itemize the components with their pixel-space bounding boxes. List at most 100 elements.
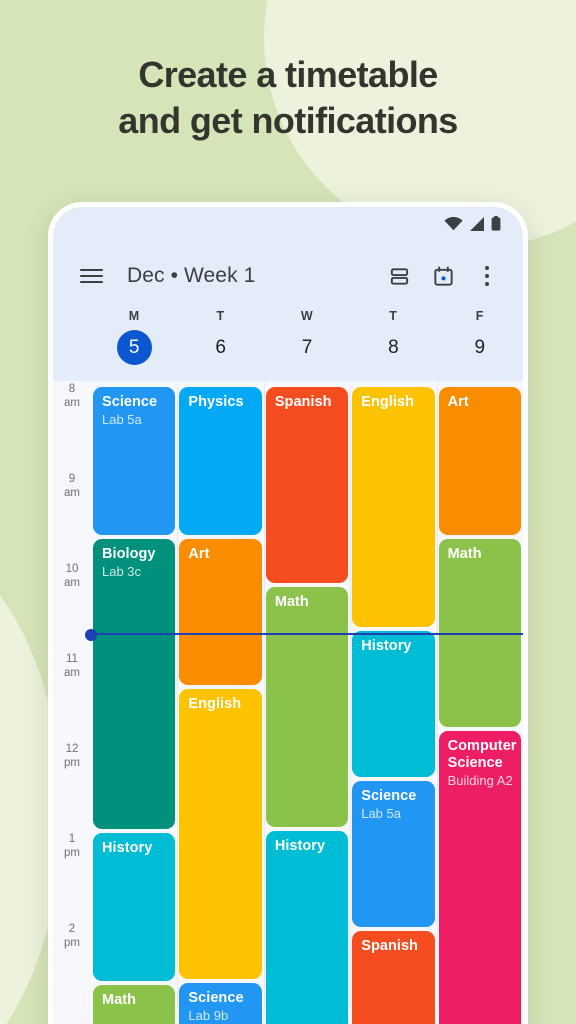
timetable-event[interactable]: History — [93, 833, 176, 981]
event-location: Building A2 — [447, 772, 513, 788]
time-period: pm — [64, 846, 80, 859]
top-chrome: Dec • Week 1 M 5 T 6 W 7 T 8 F 9 — [53, 207, 523, 381]
day-header-0[interactable]: M5 — [91, 307, 177, 375]
event-title: Math — [102, 992, 137, 1008]
timetable-event[interactable]: Spanish — [352, 931, 435, 1024]
more-vertical-icon[interactable] — [467, 256, 507, 296]
timetable-event[interactable]: English — [352, 387, 435, 627]
time-period: pm — [64, 756, 80, 769]
day-strip: M5T6W7T8F9 — [53, 307, 523, 381]
day-letter: F — [475, 309, 484, 323]
event-title: Science — [188, 990, 244, 1006]
timetable-event[interactable]: History — [352, 631, 435, 777]
time-period: am — [64, 396, 80, 409]
battery-icon — [491, 216, 501, 236]
timetable-event[interactable]: Math — [93, 985, 176, 1024]
timetable-grid[interactable]: 8 am 9 am 10 am 11 am 12 pm 1 pm 2 pm Science Lab 5a Bi… — [53, 381, 523, 1024]
time-period: am — [64, 666, 80, 679]
time-hour: 10 — [65, 563, 79, 575]
current-time-indicator — [85, 629, 523, 641]
wifi-icon — [444, 216, 463, 236]
day-number[interactable]: 8 — [376, 330, 411, 365]
timetable-event[interactable]: Biology Lab 3c — [93, 539, 176, 829]
timetable-event[interactable]: Computer Science Building A2 — [438, 731, 522, 1024]
time-label: 8 am — [53, 383, 91, 410]
day-letter: T — [216, 309, 225, 323]
time-hour: 1 — [68, 833, 76, 845]
phone-screen: Dec • Week 1 M 5 T 6 W 7 T 8 F 9 8 am 9 … — [53, 207, 523, 1024]
split-view-icon[interactable] — [379, 256, 419, 296]
day-number[interactable]: 6 — [203, 330, 238, 365]
day-column-M-0[interactable]: Science Lab 5a Biology Lab 3c History Math — [91, 381, 177, 1024]
event-title: Spanish — [274, 394, 332, 410]
overflow-dots — [485, 266, 489, 286]
event-title: Art — [188, 546, 210, 562]
day-header-1[interactable]: T6 — [177, 307, 263, 375]
timetable-event[interactable]: Math — [265, 587, 349, 827]
event-title: Physics — [188, 394, 244, 410]
event-title: Science — [102, 394, 158, 410]
time-label: 12 pm — [53, 743, 91, 770]
time-period: am — [64, 576, 80, 589]
day-number[interactable]: 7 — [290, 330, 325, 365]
timetable-event[interactable]: Art — [438, 387, 522, 535]
event-location: Lab 9b — [188, 1007, 229, 1023]
day-columns: Science Lab 5a Biology Lab 3c History Math Phy… — [85, 381, 523, 1024]
headline-line-2: and get notifications — [118, 100, 458, 142]
event-location: Lab 3c — [102, 563, 142, 579]
timetable-event[interactable]: History — [265, 831, 349, 1024]
event-title: English — [361, 394, 414, 410]
current-time-dot — [85, 629, 97, 641]
headline-line-1: Create a timetable — [138, 54, 438, 95]
time-hour: 2 — [68, 923, 76, 935]
day-number-selected[interactable]: 5 — [116, 330, 152, 365]
event-title: Art — [447, 394, 469, 410]
phone-mockup: Dec • Week 1 M 5 T 6 W 7 T 8 F 9 8 am 9 … — [48, 202, 528, 1024]
day-number[interactable]: 9 — [462, 330, 497, 365]
time-hour: 9 — [68, 473, 76, 485]
time-label: 11 am — [53, 653, 91, 680]
event-title: History — [102, 840, 153, 856]
day-letter: W — [300, 309, 314, 323]
event-location: Lab 5a — [102, 411, 142, 427]
day-letter: M — [128, 309, 140, 323]
time-label: 10 am — [53, 563, 91, 590]
timetable-event[interactable]: Science Lab 5a — [352, 781, 435, 927]
time-label: 1 pm — [53, 833, 91, 860]
time-hour: 11 — [66, 653, 78, 665]
column-divider — [263, 381, 265, 1012]
day-column-T-1[interactable]: Physics Art English Science Lab 9b — [177, 381, 263, 1024]
timetable-event[interactable]: English — [179, 689, 262, 979]
day-column-F-4[interactable]: Art Math Computer Science Building A2 — [437, 381, 523, 1024]
time-period: pm — [64, 936, 80, 949]
time-label: 2 pm — [53, 923, 91, 950]
promo-screenshot: Create a timetable and get notifications — [0, 0, 576, 1024]
event-title: Math — [447, 546, 482, 562]
timetable-event[interactable]: Science Lab 9b — [179, 983, 262, 1024]
timetable-event[interactable]: Art — [179, 539, 262, 685]
day-header-3[interactable]: T8 — [350, 307, 436, 375]
calendar-icon[interactable] — [423, 256, 463, 296]
timetable-event[interactable]: Physics — [179, 387, 262, 535]
timetable-event[interactable]: Spanish — [265, 387, 349, 583]
day-column-W-2[interactable]: Spanish Math History — [264, 381, 350, 1024]
hamburger-menu-icon[interactable] — [69, 254, 113, 298]
day-header-4[interactable]: F9 — [437, 307, 523, 375]
time-hour: 8 — [68, 383, 76, 395]
day-header-2[interactable]: W7 — [264, 307, 350, 375]
event-title: Biology — [102, 546, 156, 562]
event-title: History — [361, 638, 412, 654]
column-divider — [177, 381, 179, 1012]
day-column-T-3[interactable]: English History Science Lab 5a Spanish — [350, 381, 436, 1024]
status-bar — [53, 207, 523, 245]
cellular-signal-icon — [469, 216, 485, 236]
timetable-event[interactable]: Science Lab 5a — [93, 387, 176, 535]
event-title: English — [188, 696, 242, 712]
time-label: 9 am — [53, 473, 91, 500]
event-title: History — [274, 838, 326, 854]
daystrip-gutter — [53, 307, 91, 375]
hamburger-glyph — [79, 268, 103, 284]
page-title: Dec • Week 1 — [127, 264, 256, 287]
event-location: Lab 5a — [361, 805, 401, 821]
column-divider — [350, 381, 352, 1012]
